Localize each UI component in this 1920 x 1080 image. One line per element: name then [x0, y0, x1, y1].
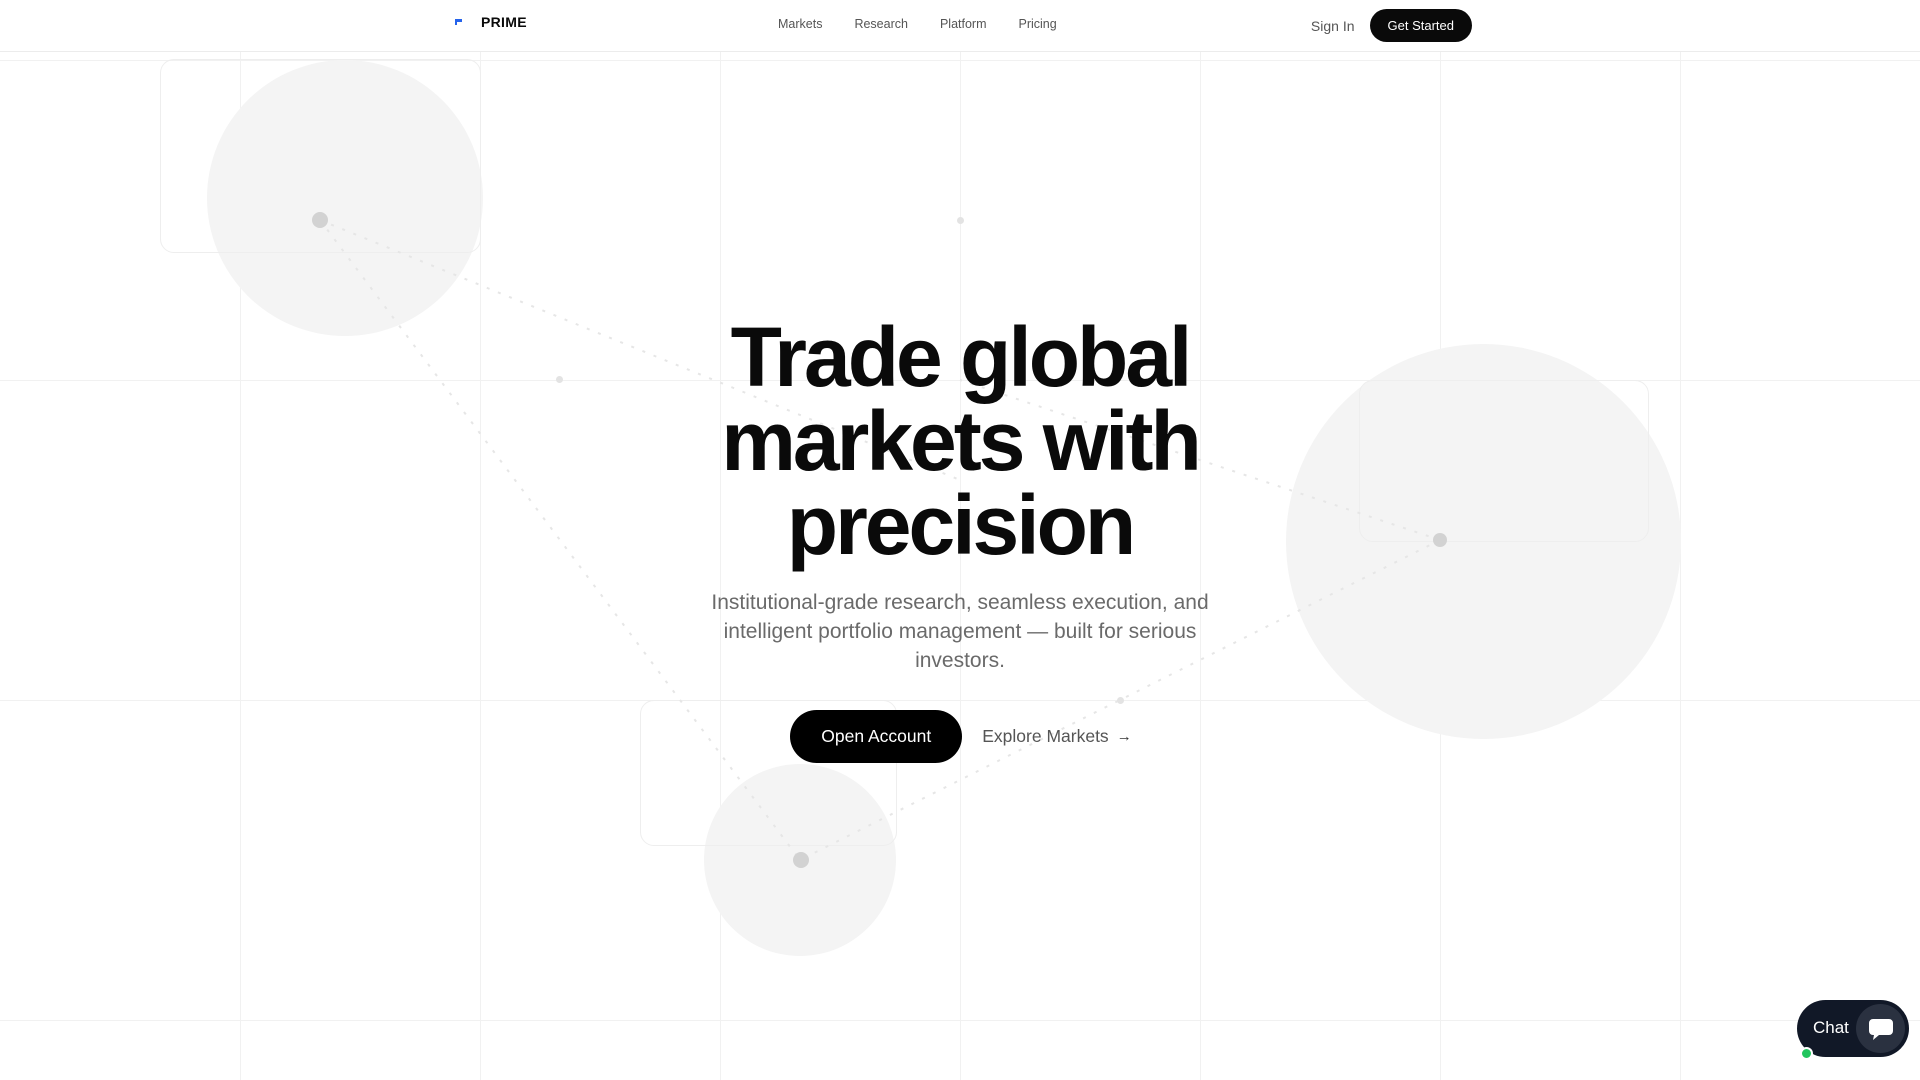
hero-subtitle: Institutional-grade research, seamless e… [705, 588, 1215, 675]
main-nav: Markets Research Platform Pricing [778, 17, 1057, 31]
network-node [957, 217, 964, 224]
sign-in-link[interactable]: Sign In [1311, 18, 1355, 34]
brand[interactable]: PRIME [453, 14, 527, 30]
hero-subtitle-line: Institutional-grade research, seamless e… [711, 591, 1209, 614]
hero-subtitle-line: intelligent portfolio management — built… [723, 620, 1197, 643]
prime-logo-icon [455, 19, 462, 25]
hero-title-line: precision [786, 478, 1136, 572]
network-node [312, 212, 328, 228]
hero-section: Trade global markets with precision Inst… [0, 315, 1920, 763]
nav-actions: Sign In Get Started [1311, 9, 1472, 42]
page: PRIME Markets Research Platform Pricing … [0, 0, 1920, 1080]
hero-title: Trade global markets with precision [0, 315, 1920, 567]
online-status-indicator [1800, 1047, 1813, 1060]
explore-markets-label: Explore Markets [982, 726, 1109, 746]
open-account-button[interactable]: Open Account [790, 710, 963, 763]
nav-link-platform[interactable]: Platform [940, 17, 987, 31]
arrow-right-icon: → [1116, 728, 1132, 745]
hero-title-line: markets with [721, 394, 1202, 488]
hero-actions: Open Account Explore Markets → [0, 710, 1920, 763]
chat-widget-button[interactable]: Chat [1797, 1000, 1909, 1060]
nav-link-pricing[interactable]: Pricing [1019, 17, 1057, 31]
network-node [793, 852, 809, 868]
chat-label: Chat [1813, 1018, 1849, 1037]
nav-link-research[interactable]: Research [854, 17, 908, 31]
chat-bubble-icon [1856, 1004, 1905, 1053]
top-navbar: PRIME Markets Research Platform Pricing … [0, 0, 1920, 52]
hero-subtitle-line: investors. [915, 649, 1005, 672]
brand-name: PRIME [481, 14, 527, 30]
nav-link-markets[interactable]: Markets [778, 17, 822, 31]
hero-title-line: Trade global [730, 310, 1193, 404]
explore-markets-link[interactable]: Explore Markets → [982, 726, 1131, 747]
get-started-button[interactable]: Get Started [1369, 9, 1472, 42]
